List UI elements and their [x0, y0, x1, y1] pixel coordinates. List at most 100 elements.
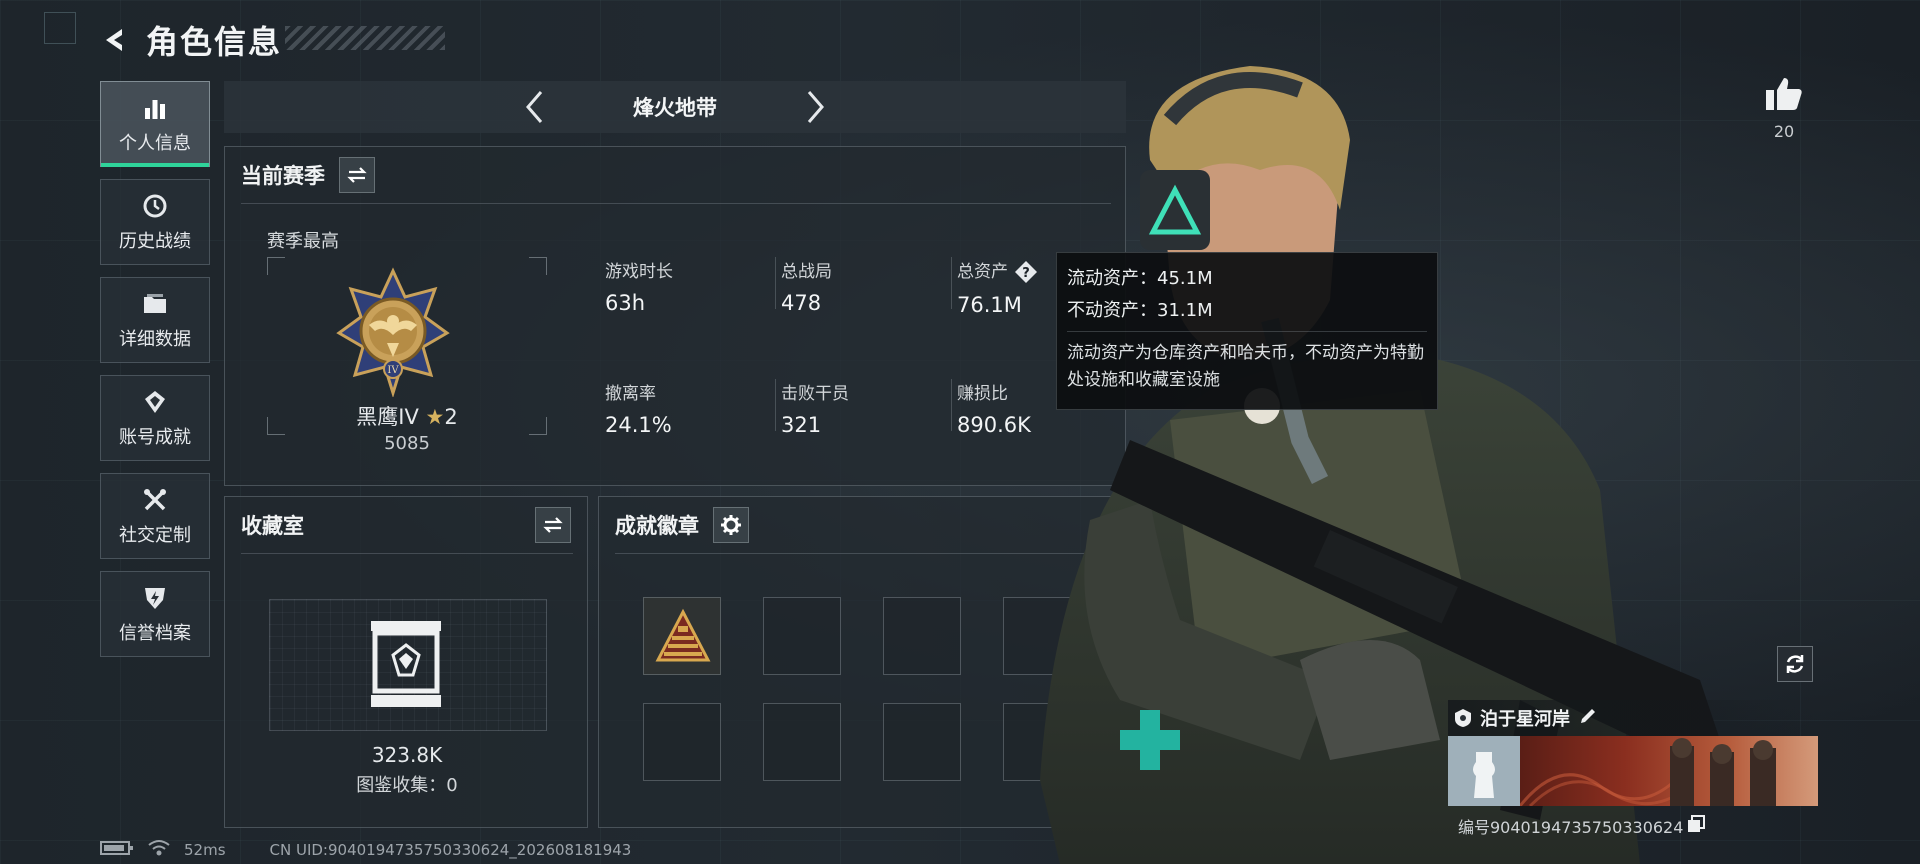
nav-item-account-achievements[interactable]: 账号成就: [100, 375, 210, 461]
stat-value: 63h: [605, 291, 646, 315]
current-season-panel: 当前赛季 赛季最高 IV 黑鹰IV ★2 5085 游戏时长 63h 总战局 4…: [224, 146, 1126, 486]
title-stripe-decoration: [285, 26, 445, 50]
assets-tooltip: 流动资产：45.1M 不动资产：31.1M 流动资产为仓库资产和哈夫币，不动资产…: [1056, 252, 1438, 410]
pyramid-badge-icon: [655, 608, 711, 662]
page-header: 角色信息: [100, 20, 283, 61]
mode-title: 烽火地带: [633, 96, 717, 120]
achievement-slot[interactable]: [763, 597, 841, 675]
stat-value: 478: [781, 291, 822, 315]
stat-separator: [775, 257, 776, 309]
stat-label: 总战局: [781, 262, 832, 282]
display-case-icon: [371, 621, 441, 707]
tools-icon: [140, 485, 170, 515]
stat-total-matches: 总战局 478: [781, 257, 832, 315]
rank-name-row: 黑鹰IV ★2: [267, 401, 547, 431]
avatar: [1448, 736, 1520, 806]
bar-chart-icon: [140, 93, 170, 123]
uid-text: CN UID:9040194735750330624_202608181943: [269, 841, 632, 859]
stat-label: 撤离率: [605, 384, 656, 404]
edit-pencil-icon[interactable]: [1578, 706, 1598, 730]
refresh-icon: [1786, 655, 1804, 673]
frame-corner: [529, 257, 547, 275]
divider: [1067, 331, 1427, 332]
achievement-slot[interactable]: [883, 597, 961, 675]
nav-label: 社交定制: [119, 525, 191, 546]
tooltip-fixed-assets: 不动资产：31.1M: [1067, 300, 1213, 321]
achievement-slot[interactable]: [763, 703, 841, 781]
ping: 52ms: [184, 841, 226, 859]
tooltip-description: 流动资产为仓库资产和哈夫币，不动资产为特勤处设施和收藏室设施: [1067, 343, 1424, 390]
rank-name: 黑鹰IV: [356, 405, 419, 429]
player-card[interactable]: [1448, 736, 1818, 806]
player-id-row: 编号9040194735750330624: [1458, 814, 1706, 838]
collection-switch-button[interactable]: [535, 507, 571, 543]
swap-arrows-icon: [543, 517, 563, 533]
nav-item-reputation-file[interactable]: 信誉档案: [100, 571, 210, 657]
black-hawk-rank-badge-icon: IV: [336, 267, 450, 397]
mode-prev-chevron-icon[interactable]: [515, 87, 555, 127]
achievement-slot[interactable]: [643, 703, 721, 781]
status-bar: 52ms CN UID:9040194735750330624_20260818…: [100, 840, 631, 860]
divider: [241, 553, 573, 554]
battery-icon: [100, 840, 134, 860]
panel-title: 成就徽章: [615, 514, 699, 538]
gear-icon: [721, 515, 741, 535]
thumbs-up-icon: [1766, 78, 1802, 110]
star-icon: ★: [425, 405, 445, 429]
stat-separator: [951, 257, 952, 309]
nav-item-detailed-data[interactable]: 详细数据: [100, 277, 210, 363]
nav-item-social-customization[interactable]: 社交定制: [100, 473, 210, 559]
panel-title: 当前赛季: [241, 164, 325, 188]
rank-score: 5085: [384, 433, 430, 454]
player-id: 编号9040194735750330624: [1458, 818, 1684, 837]
player-emblem-icon: [1455, 709, 1471, 727]
stat-play-time: 游戏时长 63h: [605, 257, 673, 315]
stat-separator: [775, 379, 776, 431]
rank-stars: 2: [444, 405, 458, 429]
rank-frame: IV 黑鹰IV ★2: [267, 257, 547, 435]
collection-value: 323.8K: [371, 743, 443, 767]
tooltip-liquid-assets: 流动资产：45.1M: [1067, 268, 1213, 289]
mode-selector: 烽火地带: [224, 81, 1126, 133]
panel-header: 当前赛季: [225, 147, 1125, 203]
copy-icon[interactable]: [1687, 815, 1706, 837]
like-button[interactable]: 20: [1758, 76, 1810, 141]
divider: [241, 203, 1111, 204]
corner-decoration: [44, 12, 76, 44]
achievement-slot[interactable]: [643, 597, 721, 675]
stat-value: 321: [781, 413, 822, 437]
like-count: 20: [1773, 122, 1795, 141]
stat-operators-defeated: 击败干员 321: [781, 379, 849, 437]
refresh-button[interactable]: [1777, 646, 1813, 682]
player-nameplate: 泊于星河岸 编号9040194735750330624: [1448, 700, 1818, 837]
stat-extraction-rate: 撤离率 24.1%: [605, 379, 672, 437]
season-best-label: 赛季最高: [267, 231, 339, 252]
back-arrow-icon[interactable]: [100, 25, 130, 55]
nav-label: 账号成就: [119, 427, 191, 448]
folder-icon: [140, 289, 170, 319]
mode-next-chevron-icon[interactable]: [795, 87, 835, 127]
stat-label: 游戏时长: [605, 262, 673, 282]
player-banner: [1520, 736, 1818, 806]
history-clock-icon: [140, 191, 170, 221]
nav-item-personal-info[interactable]: 个人信息: [100, 81, 210, 167]
stat-value: 24.1%: [605, 413, 672, 437]
swap-arrows-icon: [347, 167, 367, 183]
collection-count: 图鉴收集：0: [356, 775, 458, 796]
side-nav: 个人信息 历史战绩 详细数据 账号成就 社交定制 信誉档案: [100, 81, 210, 669]
achievement-settings-button[interactable]: [713, 507, 749, 543]
player-name-row: 泊于星河岸: [1448, 700, 1818, 736]
nav-item-history[interactable]: 历史战绩: [100, 179, 210, 265]
nav-label: 个人信息: [119, 133, 191, 154]
wifi-icon: [148, 839, 170, 861]
shield-bolt-icon: [140, 583, 170, 613]
svg-text:IV: IV: [387, 365, 399, 376]
achievement-slot[interactable]: [883, 703, 961, 781]
player-name: 泊于星河岸: [1480, 709, 1570, 730]
panel-header: 收藏室: [225, 497, 587, 553]
season-switch-button[interactable]: [339, 157, 375, 193]
page-title: 角色信息: [146, 23, 283, 61]
nav-label: 历史战绩: [119, 231, 191, 252]
nav-label: 信誉档案: [119, 623, 191, 644]
achievement-icon: [140, 387, 170, 417]
